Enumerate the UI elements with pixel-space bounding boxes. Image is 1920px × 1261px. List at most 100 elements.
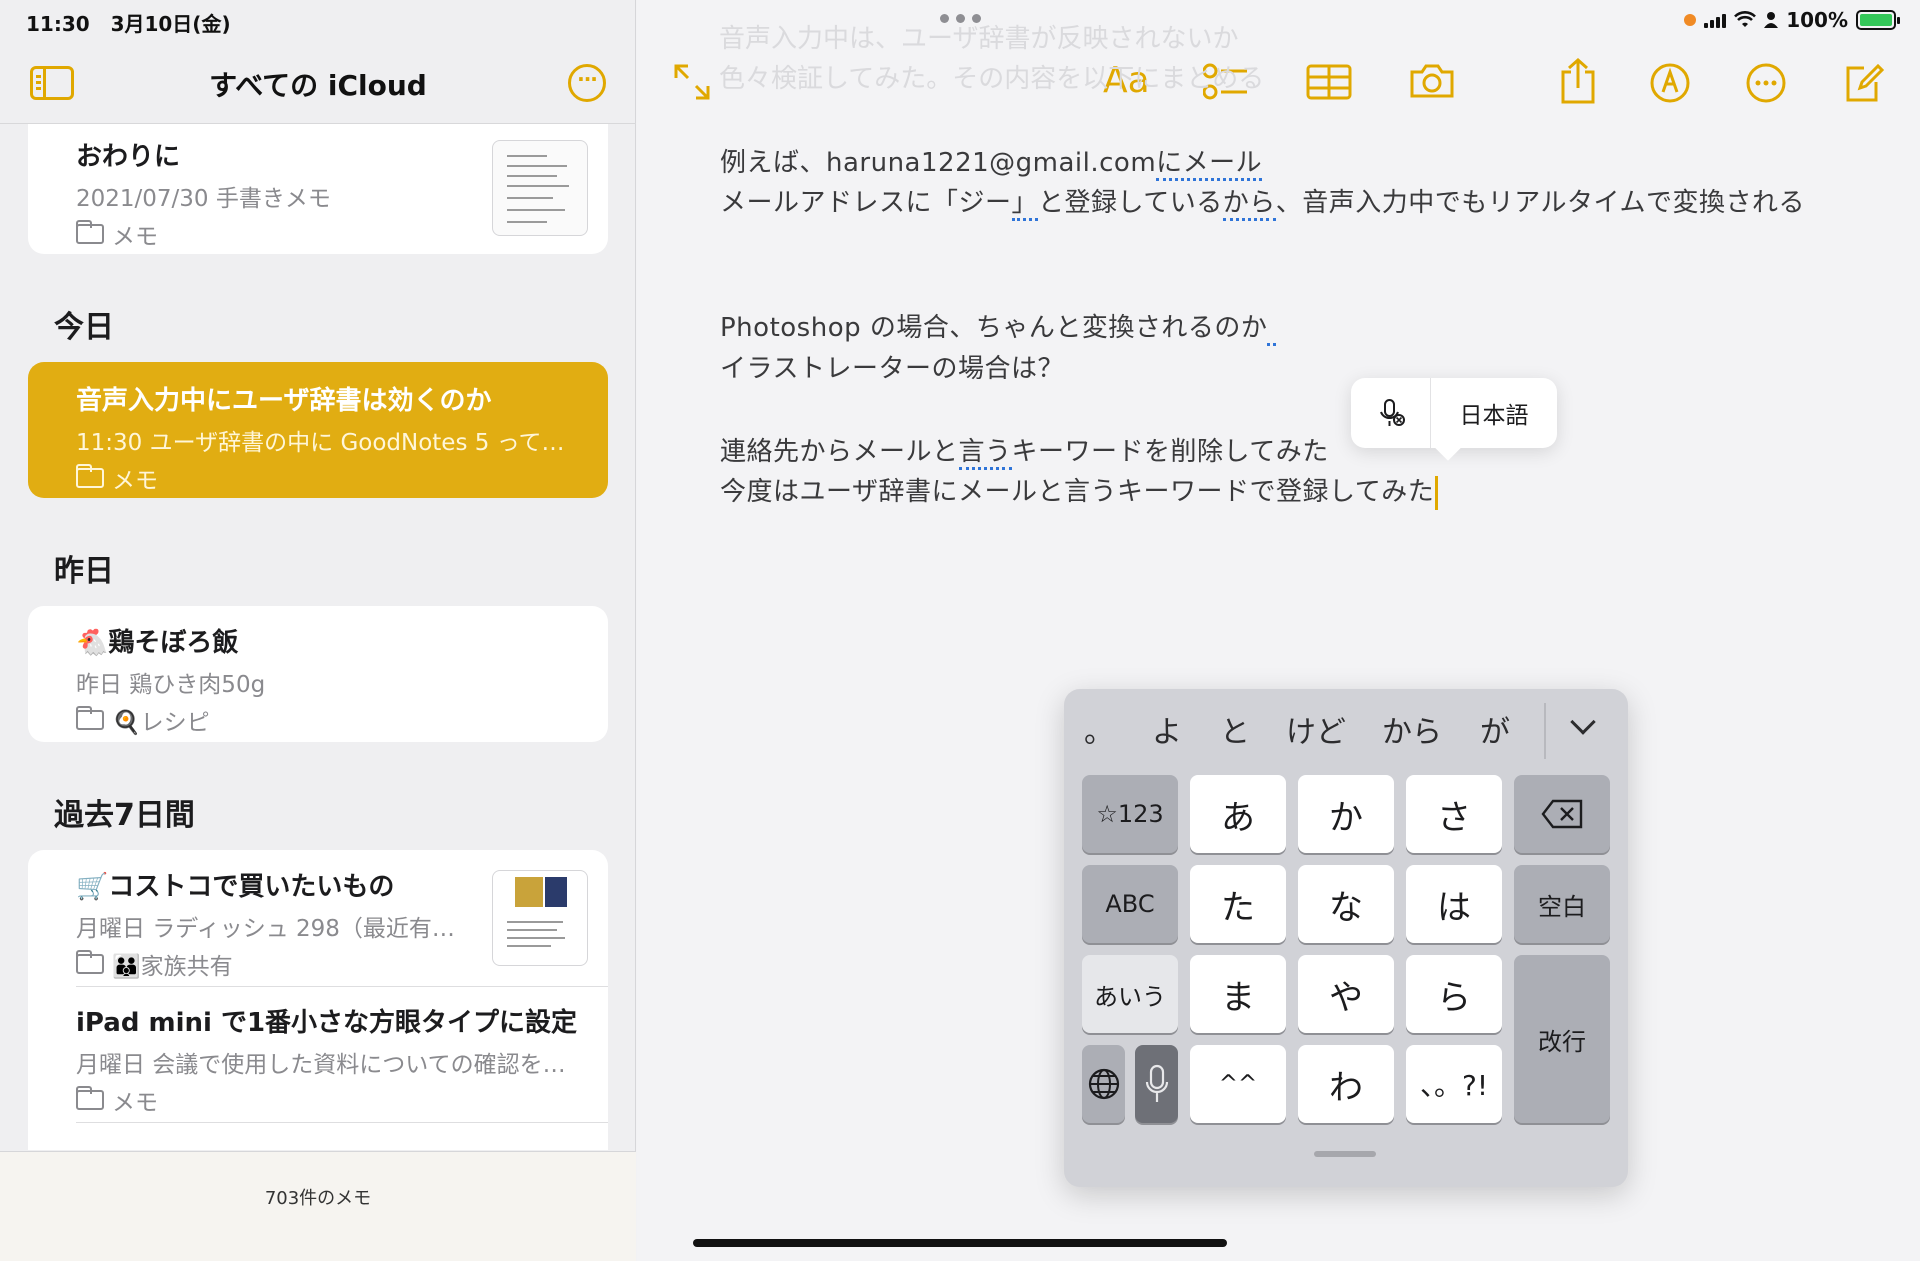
microphone-icon [1145, 1064, 1168, 1102]
key-ka[interactable]: か [1298, 775, 1394, 853]
key-dictation[interactable] [1135, 1045, 1178, 1123]
camera-icon[interactable] [1408, 62, 1456, 100]
note-card[interactable]: 🐔鶏そぼろ飯 昨日 鶏ひき肉50g 🍳レシピ [28, 606, 608, 742]
delete-backward-icon [1541, 799, 1583, 829]
dictation-popup: 日本語 [1351, 378, 1557, 448]
note-card[interactable]: おわりに 2021/07/30 手書きメモ メモ [28, 124, 608, 254]
note-folder: メモ [76, 1083, 577, 1117]
sidebar-header: すべての iCloud ··· [0, 50, 636, 124]
note-line[interactable]: 連絡先からメールと言うキーワードを削除してみた [720, 431, 1329, 470]
note-line[interactable]: 今度はユーザ辞書にメールと言うキーワードで登録してみた [720, 471, 1439, 510]
candidate-divider [1544, 703, 1546, 759]
divider [76, 986, 608, 987]
folder-title: すべての iCloud [209, 69, 427, 102]
key-number-symbol[interactable]: ☆123 [1082, 775, 1178, 853]
key-ya[interactable]: や [1298, 955, 1394, 1033]
note-text: 例えば、haruna1221@gmail.com [720, 148, 1157, 178]
note-card-selected[interactable]: 音声入力中にユーザ辞書は効くのか 11:30 ユーザ辞書の中に GoodNote… [28, 362, 608, 498]
candidate-word[interactable]: と [1220, 707, 1250, 757]
note-folder: メモ [76, 461, 565, 495]
notes-sidebar: 11:30 3月10日(金) すべての iCloud ··· おわりに 2021… [0, 0, 636, 1261]
key-punctuation[interactable]: 、。?! [1406, 1045, 1502, 1123]
status-time-date: 11:30 3月10日(金) [26, 8, 231, 37]
note-line[interactable]: 例えば、haruna1221@gmail.comにメール [720, 142, 1263, 181]
note-meta: 11:30 ユーザ辞書の中に GoodNotes 5 って… [76, 430, 565, 456]
note-text-faded: 音声入力中は、ユーザ辞書が反映されないか [719, 24, 1239, 54]
note-thumbnail [492, 870, 588, 966]
key-sa[interactable]: さ [1406, 775, 1502, 853]
note-item[interactable]: 🛒コストコで買いたいもの 月曜日 ラディッシュ 298（最近有… 👪家族共有 [76, 866, 455, 981]
battery-icon [1856, 10, 1900, 30]
note-text: メールアドレスに「ジー [720, 188, 1012, 218]
section-last-7-days: 過去7日間 [54, 798, 195, 833]
folder-label: メモ [112, 224, 158, 250]
note-line[interactable]: Photoshop の場合、ちゃんと変換されるのか [720, 307, 1277, 346]
note-line[interactable]: メールアドレスに「ジー」と登録しているから、音声入力中でもリアルタイムで変換され… [720, 182, 1805, 221]
note-meta: 月曜日 会議で使用した資料についての確認を… [76, 1052, 566, 1078]
status-indicators: 100% [1684, 8, 1900, 32]
note-title: 🐔鶏そぼろ飯 [76, 628, 239, 658]
key-return[interactable]: 改行 [1514, 955, 1610, 1123]
more-options-icon[interactable] [1745, 62, 1787, 104]
markup-pen-icon[interactable] [1649, 62, 1691, 104]
note-title: 🛒コストコで買いたいもの [76, 872, 395, 902]
person-icon [1764, 12, 1779, 28]
candidate-word[interactable]: が [1480, 707, 1510, 757]
key-space[interactable]: 空白 [1514, 865, 1610, 943]
note-text-underlined: 言う [958, 437, 1012, 470]
note-text-underlined: 」 [1011, 188, 1039, 221]
text-cursor [1435, 475, 1439, 510]
chevron-down-icon[interactable] [1570, 709, 1596, 735]
folder-icon [76, 464, 104, 488]
candidate-word[interactable]: けど [1286, 707, 1346, 757]
note-item[interactable]: iPad mini で1番小さな方眼タイプに設定 月曜日 会議で使用した資料につ… [76, 1002, 577, 1117]
key-globe[interactable] [1082, 1045, 1125, 1123]
wifi-icon [1734, 11, 1757, 27]
note-title: 音声入力中にユーザ辞書は効くのか [76, 386, 492, 416]
candidate-word[interactable]: から [1382, 707, 1442, 757]
mic-indicator-icon [1684, 14, 1697, 26]
key-abc[interactable]: ABC [1082, 865, 1178, 943]
key-ra[interactable]: ら [1406, 955, 1502, 1033]
note-text-underlined: にメール [1156, 148, 1263, 181]
note-folder: 👪家族共有 [76, 947, 455, 981]
more-options-icon[interactable]: ··· [568, 64, 606, 102]
table-icon[interactable] [1306, 64, 1352, 100]
home-indicator[interactable] [693, 1239, 1227, 1247]
folder-label: 🍳レシピ [112, 710, 210, 736]
share-icon[interactable] [1559, 58, 1597, 104]
folder-label: メモ [112, 1090, 158, 1116]
key-na[interactable]: な [1298, 865, 1394, 943]
note-text: 連絡先からメールと [720, 437, 959, 467]
key-kaomoji[interactable]: ^^ [1190, 1045, 1286, 1123]
section-today: 今日 [54, 310, 114, 345]
candidate-word[interactable]: よ [1152, 707, 1182, 757]
note-text: と登録している [1038, 188, 1223, 218]
note-text-faded: 色々検証してみた。その内容を以下にまとめる [719, 64, 1265, 94]
cellular-icon [1704, 12, 1727, 28]
key-delete[interactable] [1514, 775, 1610, 853]
candidate-word[interactable]: 。 [1084, 707, 1114, 757]
note-meta: 月曜日 ラディッシュ 298（最近有… [76, 916, 455, 942]
note-title: iPad mini で1番小さな方眼タイプに設定 [76, 1008, 578, 1038]
globe-icon [1088, 1068, 1119, 1100]
notes-count: 703件のメモ [264, 1188, 372, 1209]
compose-icon[interactable] [1842, 62, 1884, 104]
dictation-language[interactable]: 日本語 [1431, 396, 1557, 430]
fullscreen-icon[interactable] [672, 62, 712, 102]
key-ta[interactable]: た [1190, 865, 1286, 943]
section-yesterday: 昨日 [54, 554, 114, 589]
note-line[interactable]: イラストレーターの場合は？ [720, 348, 1064, 385]
folder-label: メモ [112, 468, 158, 494]
note-text: キーワードを削除してみた [1011, 437, 1329, 467]
keyboard-drag-handle[interactable] [1314, 1151, 1376, 1157]
folder-label: 👪家族共有 [112, 954, 233, 980]
key-a[interactable]: あ [1190, 775, 1286, 853]
dictation-mic-button[interactable] [1351, 378, 1431, 448]
battery-percent: 100% [1786, 8, 1848, 32]
key-kana-mode[interactable]: あいう [1082, 955, 1178, 1033]
key-wa[interactable]: わ [1298, 1045, 1394, 1123]
note-folder: 🍳レシピ [76, 703, 265, 737]
key-ha[interactable]: は [1406, 865, 1502, 943]
key-ma[interactable]: ま [1190, 955, 1286, 1033]
